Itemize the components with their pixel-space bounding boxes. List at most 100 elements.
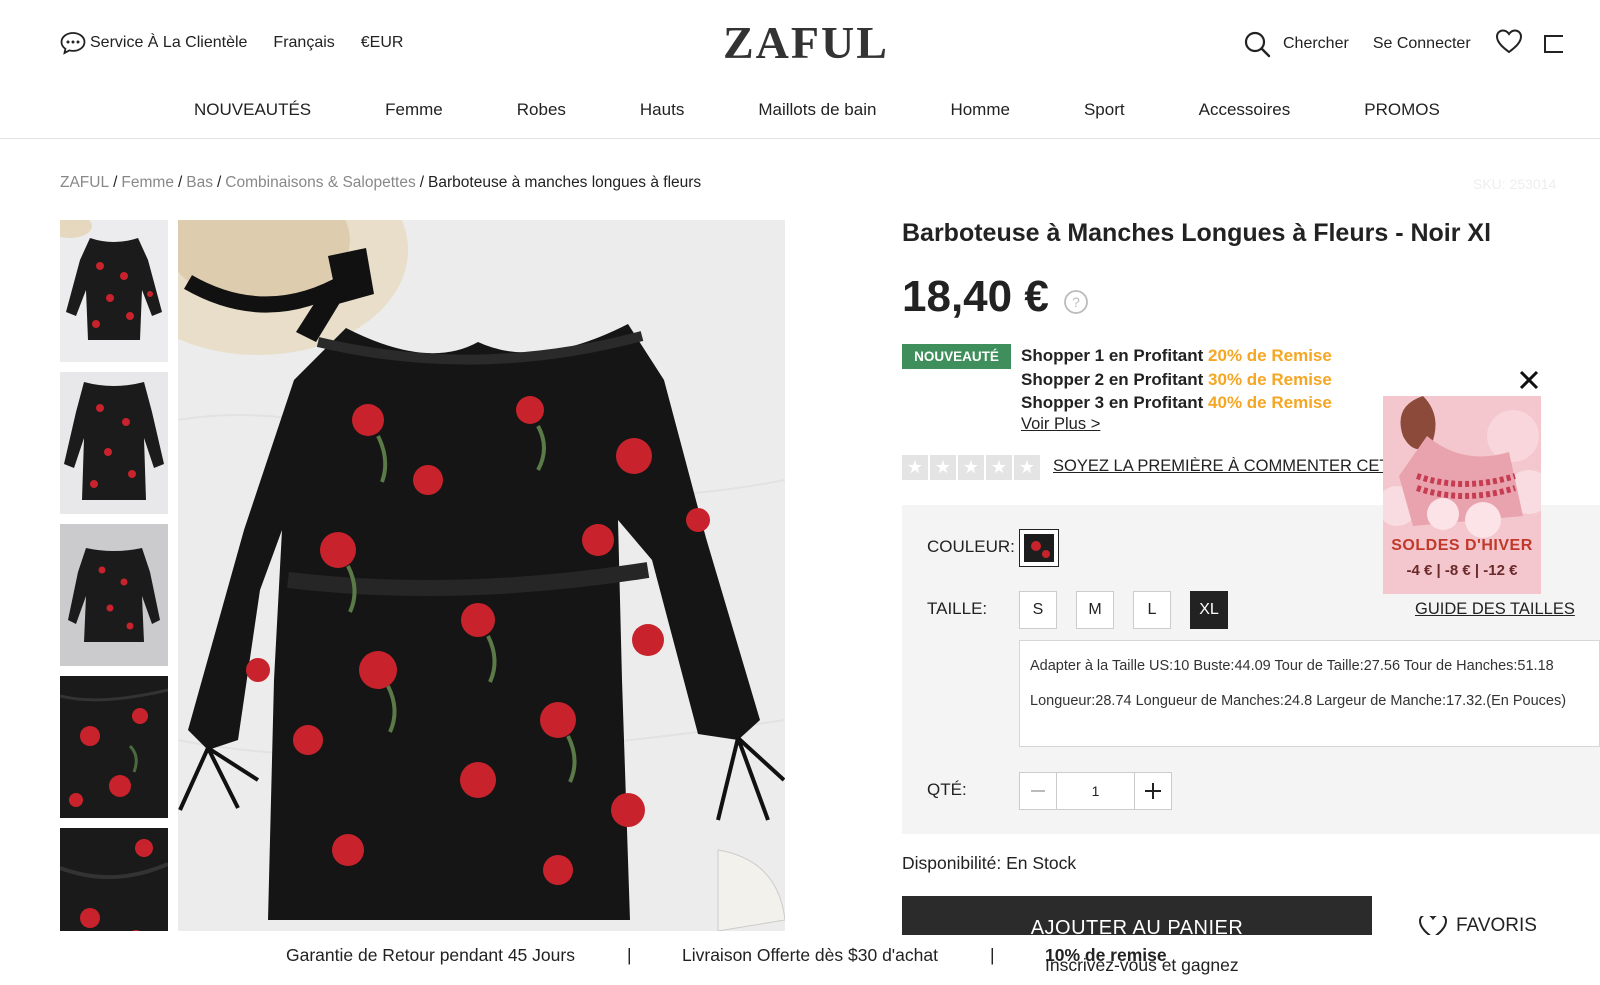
search-icon xyxy=(1244,31,1271,57)
svg-text:?: ? xyxy=(1072,294,1080,310)
thumbnail-2[interactable] xyxy=(60,372,168,514)
breadcrumb-women[interactable]: Femme xyxy=(121,174,174,191)
color-swatch-black[interactable] xyxy=(1019,529,1059,567)
benefits-separator: | xyxy=(627,945,632,965)
promo-list: Shopper 1 en Profitant 20% de Remise Sho… xyxy=(1021,344,1332,415)
nav-list: NOUVEAUTÉS Femme Robes Hauts Maillots de… xyxy=(194,100,1514,120)
ad-subtitle: -4 € | -8 € | -12 € xyxy=(1406,562,1518,579)
star-icon: ★ xyxy=(1014,455,1040,480)
main-navigation: NOUVEAUTÉS Femme Robes Hauts Maillots de… xyxy=(0,85,1600,139)
star-icon: ★ xyxy=(958,455,984,480)
rating-stars: ★ ★ ★ ★ ★ xyxy=(902,455,1040,480)
thumbnail-4[interactable] xyxy=(60,676,168,818)
star-icon: ★ xyxy=(930,455,956,480)
customer-service-link[interactable]: Service À La Clientèle xyxy=(60,31,247,55)
product-price: 18,40 € xyxy=(902,272,1049,321)
top-bar-left: Service À La Clientèle Français €EUR xyxy=(60,31,403,55)
promo-text: Shopper 1 en Profitant xyxy=(1021,346,1209,365)
breadcrumb-jumpsuits[interactable]: Combinaisons & Salopettes xyxy=(225,174,415,191)
thumbnail-3[interactable] xyxy=(60,524,168,666)
thumbnail-list xyxy=(60,220,169,931)
star-icon: ★ xyxy=(986,455,1012,480)
nav-item-sport[interactable]: Sport xyxy=(1084,100,1125,120)
new-badge: NOUVEAUTÉ xyxy=(902,344,1011,369)
nav-item-dresses[interactable]: Robes xyxy=(517,100,566,120)
free-shipping[interactable]: Livraison Offerte dès $30 d'achat xyxy=(682,945,938,966)
promo-discount: 40% de Remise xyxy=(1208,393,1332,412)
signup-text: Inscrivez-vous et gagnez xyxy=(1045,955,1239,975)
promo-line: Shopper 2 en Profitant 30% de Remise xyxy=(1021,368,1332,392)
promo-line: Shopper 3 en Profitant 40% de Remise xyxy=(1021,391,1332,415)
breadcrumb-separator: / xyxy=(419,174,425,191)
question-icon[interactable]: ? xyxy=(1063,289,1089,315)
ad-title: SOLDES D'HIVER xyxy=(1391,537,1533,554)
favorites-label: FAVORIS xyxy=(1456,916,1537,936)
search-label: Chercher xyxy=(1283,34,1349,52)
language-selector[interactable]: Français xyxy=(273,34,334,52)
breadcrumb-separator: / xyxy=(216,174,222,191)
add-to-cart-button[interactable]: AJOUTER AU PANIER xyxy=(902,896,1372,936)
size-option-s[interactable]: S xyxy=(1019,591,1057,629)
swatch-image xyxy=(1024,534,1054,562)
quantity-decrease-button[interactable] xyxy=(1019,772,1057,810)
cart-button[interactable] xyxy=(1543,28,1568,59)
minus-icon xyxy=(1031,790,1045,792)
nav-item-promos[interactable]: PROMOS xyxy=(1364,100,1440,120)
quantity-increase-button[interactable] xyxy=(1134,772,1172,810)
product-title: Barboteuse à Manches Longues à Fleurs - … xyxy=(902,219,1492,247)
main-product-image[interactable] xyxy=(178,220,785,931)
breadcrumb-separator: / xyxy=(177,174,183,191)
color-label: COULEUR: xyxy=(927,537,1015,556)
nav-item-accessories[interactable]: Accessoires xyxy=(1199,100,1291,120)
currency-selector[interactable]: €EUR xyxy=(361,34,404,52)
site-logo[interactable]: ZAFUL xyxy=(723,16,889,69)
favorites-button[interactable]: FAVORIS xyxy=(1418,916,1537,936)
benefits-bar: Garantie de Retour pendant 45 Jours | Li… xyxy=(0,935,1600,985)
plus-icon xyxy=(1145,783,1161,799)
see-more-link[interactable]: Voir Plus > xyxy=(1021,415,1100,434)
login-link[interactable]: Se Connecter xyxy=(1373,35,1471,53)
nav-item-women[interactable]: Femme xyxy=(385,100,443,120)
star-icon: ★ xyxy=(902,455,928,480)
nav-item-men[interactable]: Homme xyxy=(950,100,1010,120)
search-button[interactable]: Chercher xyxy=(1243,30,1349,58)
quantity-label: QTÉ: xyxy=(927,780,967,799)
nav-item-new[interactable]: NOUVEAUTÉS xyxy=(194,100,311,120)
promo-text: Shopper 2 en Profitant xyxy=(1021,369,1209,389)
breadcrumb-current: Barboteuse à manches longues à fleurs xyxy=(428,174,702,191)
bag-icon xyxy=(1543,35,1568,53)
top-bar: Service À La Clientèle Français €EUR ZAF… xyxy=(0,0,1600,85)
breadcrumb: ZAFUL / Femme / Bas / Combinaisons & Salopette… xyxy=(60,174,701,192)
top-bar-right: Chercher Se Connecter xyxy=(1243,28,1568,59)
product-sku: SKU: 253014 xyxy=(1473,176,1557,192)
signup-offer[interactable]: Inscrivez-vous et gagnez 10% de remise xyxy=(1045,945,1239,975)
heart-icon xyxy=(1495,29,1522,54)
size-option-m[interactable]: M xyxy=(1076,591,1114,629)
nav-item-swimwear[interactable]: Maillots de bain xyxy=(758,100,876,120)
size-options: S M L XL xyxy=(1019,591,1228,629)
chat-icon xyxy=(60,32,86,55)
heart-icon xyxy=(1418,916,1448,936)
promo-discount: 20% de Remise xyxy=(1208,346,1332,365)
benefits-separator: | xyxy=(990,945,995,965)
size-guide-link[interactable]: GUIDE DES TAILLES xyxy=(1415,600,1575,619)
quantity-input[interactable]: 1 xyxy=(1057,772,1134,810)
breadcrumb-bottoms[interactable]: Bas xyxy=(186,174,213,191)
size-option-l[interactable]: L xyxy=(1133,591,1171,629)
nav-item-tops[interactable]: Hauts xyxy=(640,100,684,120)
thumbnail-1[interactable] xyxy=(60,220,168,362)
thumbnail-5[interactable] xyxy=(60,828,168,931)
write-review-link[interactable]: SOYEZ LA PREMIÈRE À COMMENTER CET xyxy=(1053,457,1383,476)
size-details: Adapter à la Taille US:10 Buste:44.09 To… xyxy=(1019,640,1600,747)
quantity-stepper: 1 xyxy=(1019,772,1172,810)
availability-status: Disponibilité: En Stock xyxy=(902,853,1077,873)
close-icon[interactable] xyxy=(1518,369,1540,391)
promo-line: Shopper 1 en Profitant 20% de Remise xyxy=(1021,344,1332,368)
return-guarantee[interactable]: Garantie de Retour pendant 45 Jours xyxy=(286,945,575,966)
wishlist-button[interactable] xyxy=(1495,28,1523,59)
winter-sale-ad[interactable]: SOLDES D'HIVER -4 € | -8 € | -12 € xyxy=(1383,396,1541,594)
customer-service-label: Service À La Clientèle xyxy=(90,34,248,51)
breadcrumb-home[interactable]: ZAFUL xyxy=(60,174,109,191)
size-option-xl[interactable]: XL xyxy=(1190,591,1228,629)
size-label: TAILLE: xyxy=(927,599,988,618)
